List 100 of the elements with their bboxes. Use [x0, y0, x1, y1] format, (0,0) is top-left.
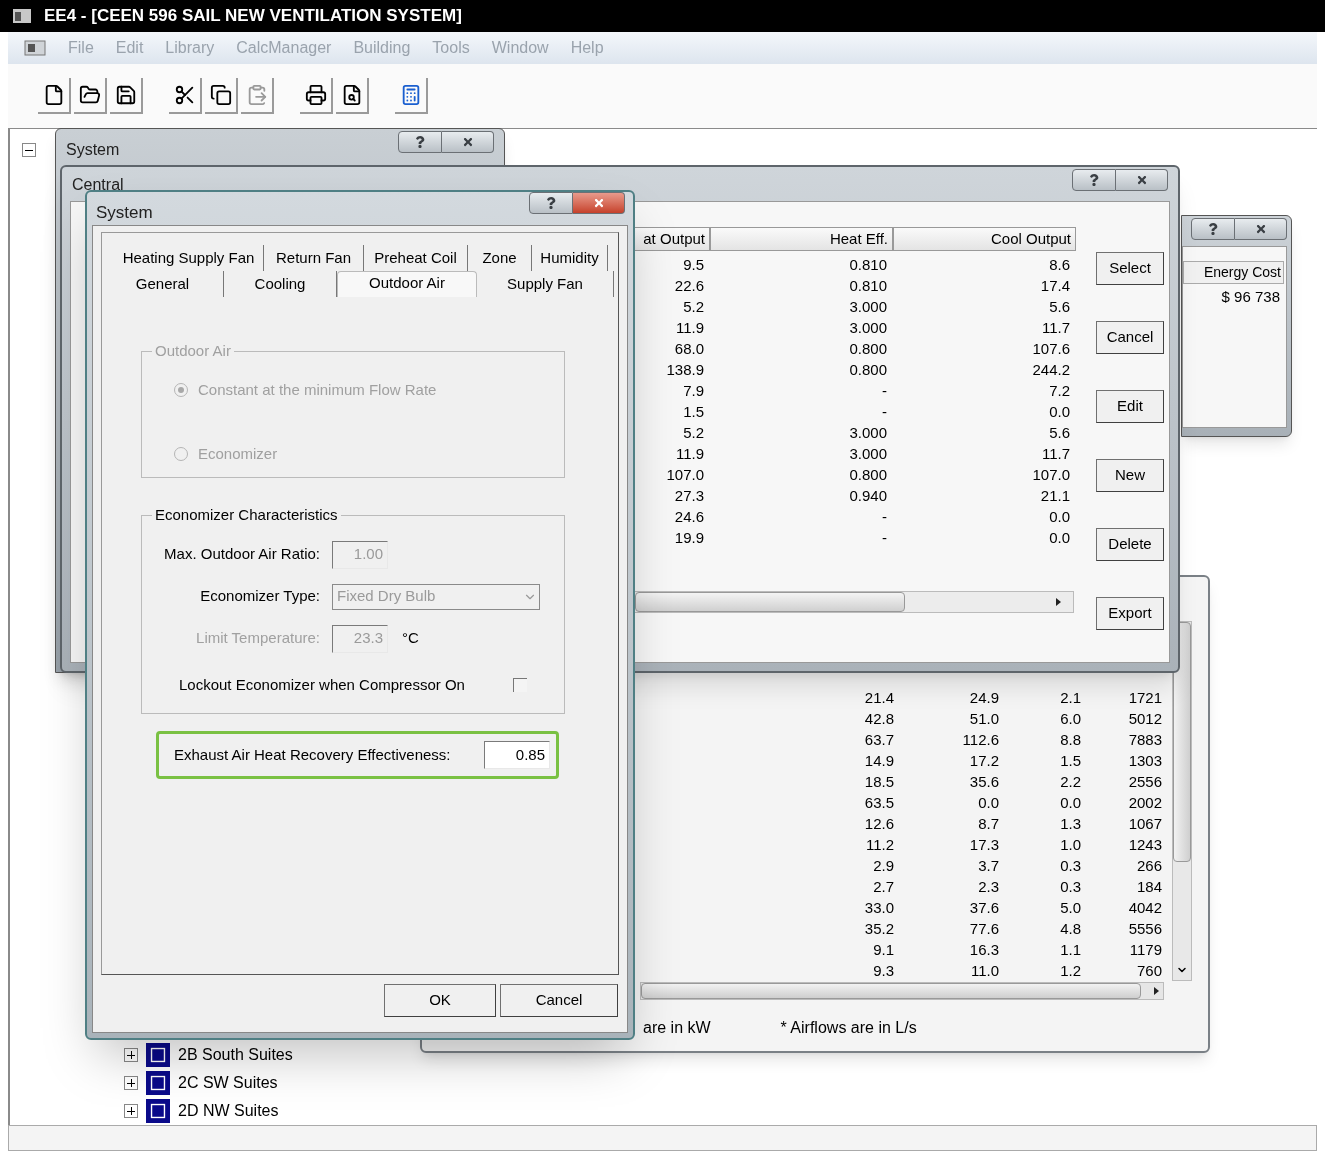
table-cell-text: 63.5 [863, 793, 894, 813]
close-button[interactable] [573, 192, 625, 214]
close-button[interactable] [442, 131, 494, 153]
save-icon [114, 84, 137, 106]
help-button[interactable] [1072, 169, 1116, 191]
horizontal-scrollbar[interactable] [634, 591, 1074, 613]
dialog-button[interactable]: Edit [1096, 390, 1164, 423]
table-cell-text: 5556 [1127, 919, 1162, 939]
table-cell-text: 6.0 [1059, 709, 1081, 729]
table-cell-text: 18.5 [863, 772, 894, 792]
unit-label: °C [402, 628, 419, 649]
table-cell-text: 63.7 [863, 730, 894, 750]
toolbar-button[interactable] [205, 78, 238, 114]
table-cell-text: 12.6 [863, 814, 894, 834]
table-cell-text: 1179 [1128, 940, 1162, 960]
dialog-button[interactable]: New [1096, 459, 1164, 492]
effectiveness-field[interactable]: 0.85 [484, 741, 550, 769]
tab[interactable]: Outdoor Air [337, 271, 477, 297]
table-cell-text: 5.2 [682, 297, 705, 317]
table-cell-text: 11.2 [864, 835, 894, 855]
checkbox-label[interactable]: Lockout Economizer when Compressor On [179, 673, 513, 696]
table-cell-text: 0.940 [848, 486, 888, 506]
tab[interactable]: Heating Supply Fan [114, 245, 264, 271]
table-cell-text: 0.3 [1059, 877, 1081, 897]
column-header[interactable]: Energy Cost [1183, 261, 1284, 284]
vertical-scrollbar[interactable] [1172, 621, 1192, 981]
table-cell-text: 17.4 [1039, 276, 1071, 296]
dialog-button[interactable]: Delete [1096, 528, 1164, 561]
close-button[interactable] [1116, 169, 1168, 191]
table-cell-text: 11.0 [969, 961, 999, 981]
table-cell-text: 1303 [1127, 751, 1162, 771]
table-cell-text: 33.0 [863, 898, 894, 918]
scrollbar-thumb[interactable] [635, 592, 905, 612]
field-label: Max. Outdoor Air Ratio: [163, 544, 320, 565]
help-button[interactable] [1191, 218, 1235, 240]
group-title: Economizer Characteristics [154, 505, 339, 525]
table-cell-text: 24.9 [968, 688, 999, 708]
scrollbar-thumb[interactable] [1173, 622, 1191, 862]
table-cell-text: 5.0 [1059, 898, 1081, 918]
table-cell-text: 35.2 [863, 919, 894, 939]
column-header[interactable]: Cool Output [893, 227, 1076, 251]
table-cell-text: 1721 [1127, 688, 1162, 708]
column-header[interactable]: Heat Eff. [710, 227, 893, 251]
collapse-toggle[interactable] [22, 143, 36, 157]
table-cell-text: 5.6 [1048, 297, 1071, 317]
close-icon [1254, 223, 1267, 235]
toolbar-button[interactable] [336, 78, 369, 114]
close-button[interactable] [1235, 218, 1287, 240]
column-header[interactable]: at Output [634, 227, 710, 251]
table-cell-text: - [881, 528, 888, 548]
table-cell-text: 3.000 [848, 297, 888, 317]
help-button[interactable] [398, 131, 442, 153]
dialog-button[interactable]: Select [1096, 252, 1164, 285]
field-label: Limit Temperature: [195, 628, 320, 649]
table-cell-text: 68.0 [673, 339, 705, 359]
expand-toggle[interactable] [124, 1104, 138, 1118]
tree-item-label[interactable]: 2C SW Suites [178, 1071, 278, 1095]
horizontal-scrollbar[interactable] [640, 982, 1164, 1000]
scrollbar-thumb[interactable] [641, 983, 1141, 999]
toolbar-button[interactable] [74, 78, 107, 114]
table-cell-text: 8.8 [1059, 730, 1081, 750]
table-cell-text: 1.2 [1059, 961, 1081, 981]
table-cell-text: 0.810 [848, 276, 888, 296]
table-cell-text: 24.6 [673, 507, 705, 527]
zone-icon [146, 1043, 170, 1067]
window-title: EE4 - [CEEN 596 SAIL NEW VENTILATION SYSTEM] [44, 5, 462, 28]
dialog-title: System [96, 202, 153, 224]
expand-toggle[interactable] [124, 1048, 138, 1062]
dialog-button[interactable]: Cancel [500, 984, 618, 1017]
table-cell-text: 2.3 [977, 877, 999, 897]
cut-icon [173, 84, 196, 106]
right-arrow-icon [1154, 987, 1159, 995]
help-icon [546, 197, 556, 209]
table-cell-text: 17.2 [968, 751, 999, 771]
tree-item-label[interactable]: 2D NW Suites [178, 1099, 279, 1123]
table-cell-text: 11.9 [674, 318, 705, 338]
checkbox[interactable] [513, 677, 527, 692]
toolbar-button[interactable] [110, 78, 143, 114]
table-cell-text: 0.0 [1048, 507, 1071, 527]
expand-toggle[interactable] [124, 1076, 138, 1090]
dialog-button[interactable]: OK [384, 984, 496, 1017]
table-cell-text: 760 [1135, 961, 1162, 981]
dialog-button[interactable]: Export [1096, 597, 1164, 630]
help-button[interactable] [529, 192, 573, 214]
dialog-button[interactable]: Cancel [1096, 321, 1164, 354]
toolbar-button[interactable] [38, 78, 71, 114]
table-cell-text: 7.2 [1048, 381, 1071, 401]
table-cell-text: 3.7 [977, 856, 999, 876]
table-cell-text: 11.7 [1040, 318, 1071, 338]
table-cell-text: 35.6 [968, 772, 999, 792]
folder-icon [78, 84, 101, 106]
table-cell-text: 0.3 [1059, 856, 1081, 876]
tab[interactable]: General [102, 271, 224, 297]
tab[interactable]: Supply Fan [477, 271, 614, 297]
toolbar-button[interactable] [169, 78, 202, 114]
table-cell-text: 1067 [1127, 814, 1162, 834]
table-cell-text: 0.0 [1048, 402, 1071, 422]
tree-item-label[interactable]: 2B South Suites [178, 1043, 293, 1067]
tab[interactable]: Humidity [532, 245, 608, 271]
toolbar-button[interactable] [300, 78, 333, 114]
